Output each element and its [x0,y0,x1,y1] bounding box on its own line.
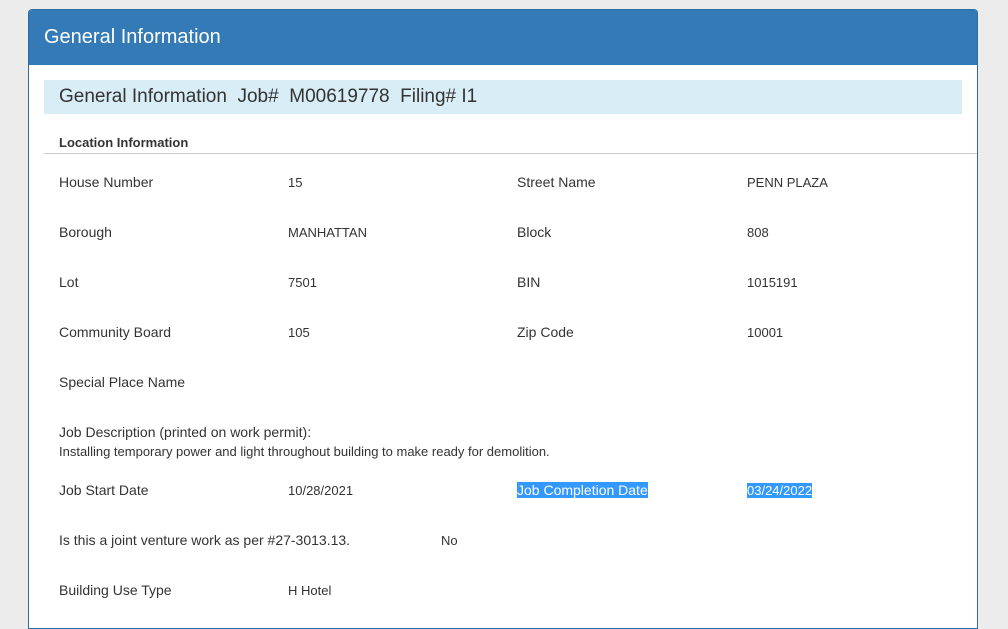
special-place-name-label: Special Place Name [59,374,186,390]
block-label: Block [517,224,552,240]
joint-venture-label: Is this a joint venture work as per #27-… [59,532,351,548]
borough-value: MANHATTAN [288,225,367,240]
lot-label: Lot [59,274,79,290]
job-start-date-value: 10/28/2021 [288,483,354,498]
building-use-type-label: Building Use Type [59,582,172,598]
street-name-label: Street Name [517,174,596,190]
bin-value: 1015191 [747,275,798,290]
house-number-label: House Number [59,174,154,190]
panel-heading: General Information [29,10,977,65]
lot-value: 7501 [288,275,317,290]
general-information-panel: General Information General Information … [28,9,978,629]
community-board-label: Community Board [59,324,172,340]
job-filing-header: General Information Job# M00619778 Filin… [44,80,962,114]
job-start-date-label: Job Start Date [59,482,149,498]
zip-code-value: 10001 [747,325,784,340]
job-description-label: Job Description (printed on work permit)… [59,424,312,440]
street-name-value: PENN PLAZA [747,175,828,190]
job-description-value: Installing temporary power and light thr… [59,444,550,459]
house-number-value: 15 [288,175,303,190]
block-value: 808 [747,225,769,240]
bin-label: BIN [517,274,541,290]
job-completion-date-label: Job Completion Date [517,482,648,498]
borough-label: Borough [59,224,112,240]
joint-venture-value: No [441,533,458,548]
building-use-type-value: H Hotel [288,583,332,598]
location-information-title: Location Information [44,135,977,154]
job-completion-date-value: 03/24/2022 [747,483,813,498]
community-board-value: 105 [288,325,310,340]
zip-code-label: Zip Code [517,324,574,340]
